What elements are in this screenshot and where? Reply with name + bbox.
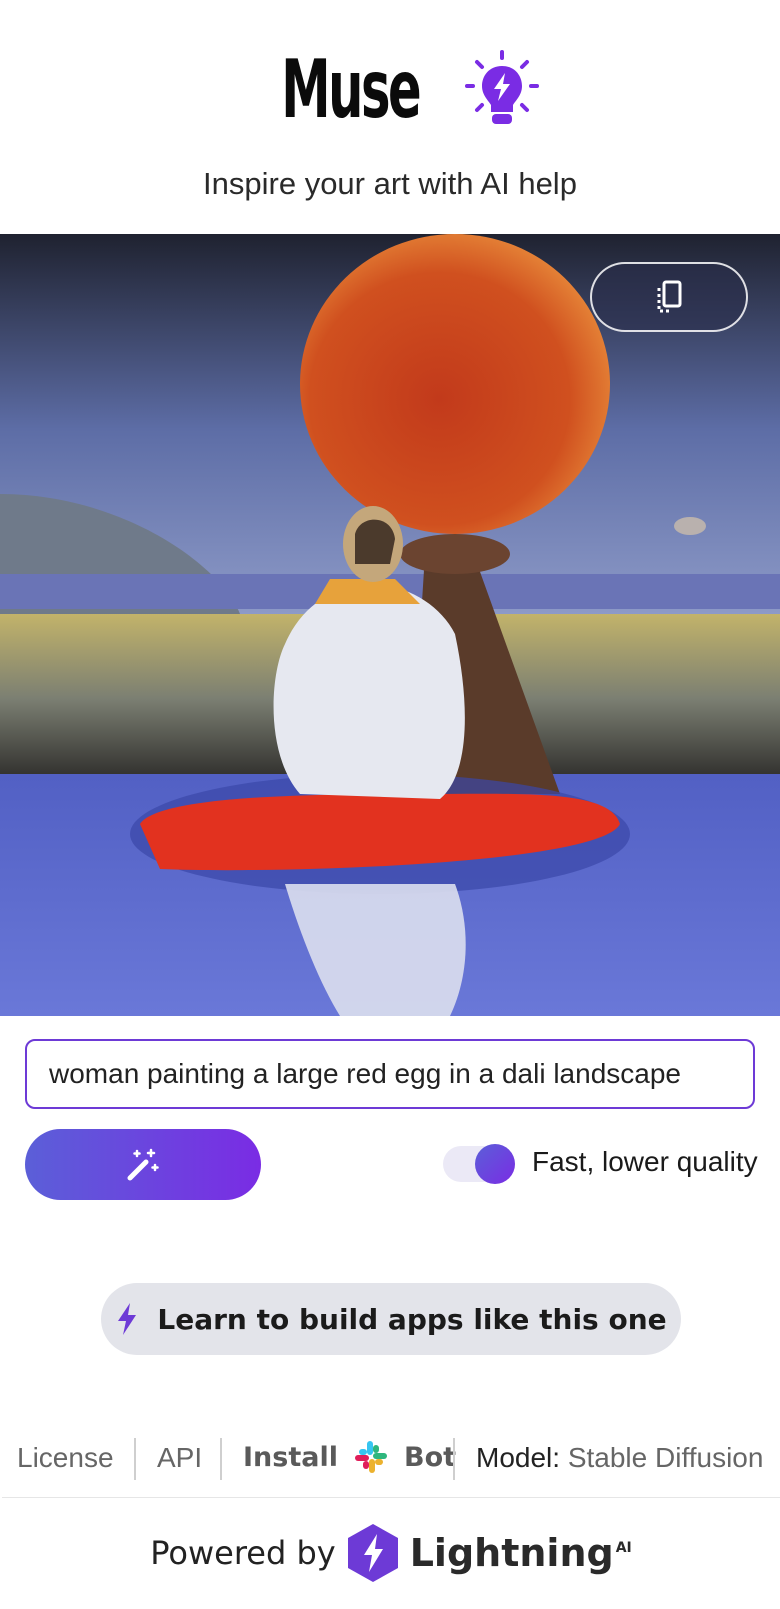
install-bot-link[interactable]: Install Bot	[243, 1440, 456, 1474]
model-label: Model:	[476, 1442, 561, 1473]
lightning-icon	[118, 1303, 137, 1335]
footer-links: License API Install Bot Model: Stable Di…	[0, 1438, 780, 1480]
divider	[220, 1438, 222, 1480]
api-link[interactable]: API	[157, 1442, 202, 1474]
lightning-logo-icon	[347, 1524, 398, 1582]
slack-icon	[354, 1441, 387, 1473]
brand-superscript: AI	[615, 1540, 632, 1557]
lightning-brand: Lightning AI	[410, 1531, 632, 1575]
license-link[interactable]: License	[17, 1442, 114, 1474]
copy-button[interactable]	[590, 262, 748, 332]
fast-mode-label: Fast, lower quality	[532, 1146, 758, 1177]
brand-name: Lightning	[409, 1531, 614, 1575]
model-info: Model: Stable Diffusion	[476, 1442, 763, 1474]
magic-wand-icon	[127, 1148, 159, 1180]
install-label: Install	[243, 1441, 338, 1473]
toggle-knob	[475, 1144, 515, 1184]
artwork-illustration	[0, 234, 780, 1016]
title-row: Muse	[0, 48, 780, 132]
fast-mode-toggle[interactable]	[443, 1144, 515, 1184]
header: Muse Inspire your art with AI help	[0, 0, 780, 234]
generate-button[interactable]	[25, 1129, 261, 1200]
divider	[453, 1438, 455, 1480]
model-value: Stable Diffusion	[567, 1442, 764, 1473]
prompt-input[interactable]	[25, 1039, 755, 1109]
powered-by: Powered by Lightning AI	[2, 1497, 780, 1609]
generated-image[interactable]	[0, 234, 780, 1016]
divider	[134, 1438, 136, 1480]
bot-label: Bot	[403, 1441, 457, 1473]
powered-by-text: Powered by	[150, 1534, 336, 1572]
lightbulb-icon	[465, 50, 540, 124]
app-title: Muse	[281, 43, 421, 136]
powered-by-row[interactable]: Powered by Lightning AI	[2, 1522, 780, 1584]
copy-icon	[657, 280, 682, 313]
learn-button[interactable]: Learn to build apps like this one	[101, 1283, 681, 1355]
subtitle: Inspire your art with AI help	[203, 166, 577, 201]
learn-label: Learn to build apps like this one	[157, 1302, 667, 1336]
